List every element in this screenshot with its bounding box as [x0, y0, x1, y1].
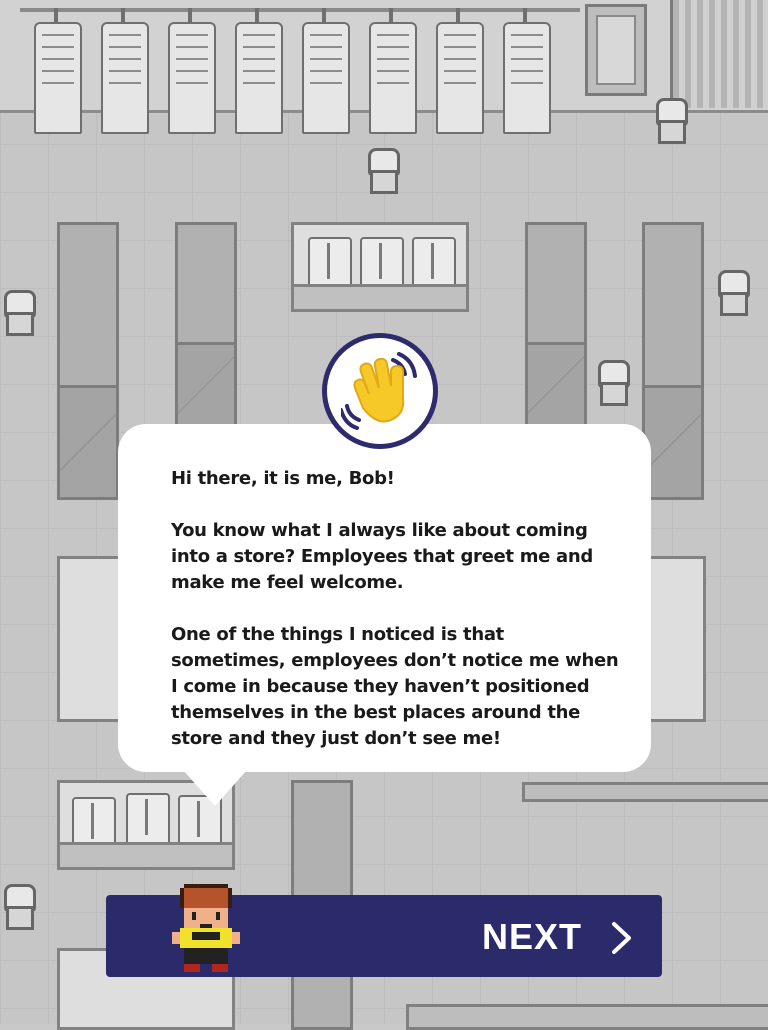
- clothing-rack: [175, 222, 237, 428]
- hanging-shorts: [231, 8, 283, 136]
- folded-tank-top: [126, 793, 170, 849]
- hanging-skirt: [164, 8, 216, 136]
- dialog-message: Hi there, it is me, Bob! You know what I…: [171, 466, 621, 752]
- shopper-npc: [0, 290, 36, 336]
- chevron-right-icon[interactable]: [610, 921, 634, 955]
- shopper-npc: [0, 884, 36, 930]
- speaker-badge: [322, 333, 438, 449]
- wall-mirror: [585, 4, 647, 96]
- hanging-tshirt: [298, 8, 350, 136]
- register-counter: [406, 1004, 768, 1030]
- shopper-npc: [714, 270, 750, 316]
- shopper-npc: [652, 98, 688, 144]
- dialog-paragraph: Hi there, it is me, Bob!: [171, 468, 395, 489]
- next-button-label[interactable]: NEXT: [482, 912, 582, 962]
- shirt-display-table: [291, 222, 469, 312]
- dialog-paragraph: One of the things I noticed is that some…: [171, 624, 619, 749]
- clothing-rack: [525, 222, 587, 428]
- clothing-rack: [642, 222, 704, 500]
- clothing-rack: [57, 222, 119, 500]
- hanging-shirt: [97, 8, 149, 136]
- hanging-dress: [30, 8, 82, 136]
- bob-pixel-avatar: [172, 884, 240, 972]
- hanging-overalls: [365, 8, 417, 136]
- waving-hand-icon: [341, 352, 417, 430]
- jacket-display: [57, 556, 125, 722]
- checkout-counter: [522, 782, 768, 802]
- shopper-npc: [364, 148, 400, 194]
- fitting-room-curtain: [670, 0, 768, 108]
- dialog-paragraph: You know what I always like about coming…: [171, 520, 593, 593]
- hanging-jacket: [499, 8, 551, 136]
- speech-bubble-tail: [183, 770, 247, 806]
- hanging-vest: [432, 8, 484, 136]
- shopper-npc: [594, 360, 630, 406]
